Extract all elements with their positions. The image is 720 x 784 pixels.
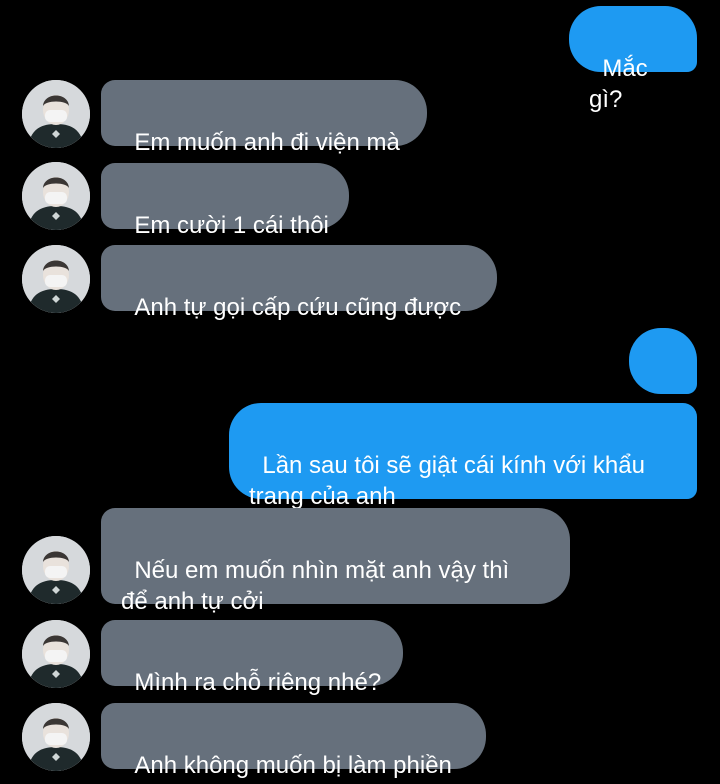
received-message[interactable]: Anh tự gọi cấp cứu cũng được	[101, 245, 497, 321]
profile-photo-icon	[22, 536, 90, 604]
sent-emoji-message[interactable]	[629, 328, 697, 438]
profile-photo-icon	[22, 80, 90, 148]
message-text: Lần sau tôi sẽ giật cái kính với khẩu tr…	[249, 452, 645, 510]
message-text: Anh tự gọi cấp cứu cũng được	[134, 294, 462, 321]
contact-avatar[interactable]	[22, 620, 90, 688]
sent-message[interactable]: Lần sau tôi sẽ giật cái kính với khẩu tr…	[229, 403, 697, 510]
message-text: Mình ra chỗ riêng nhé?	[134, 669, 382, 696]
message-text: Anh không muốn bị làm phiền	[134, 752, 452, 779]
received-message[interactable]: Nếu em muốn nhìn mặt anh vậy thì để anh …	[101, 508, 570, 615]
message-text: Nếu em muốn nhìn mặt anh vậy thì để anh …	[121, 557, 510, 615]
contact-avatar[interactable]	[22, 162, 90, 230]
message-text: Em muốn anh đi viện mà	[134, 129, 400, 156]
message-text: Em cười 1 cái thôi	[134, 212, 329, 239]
message-text: Mắc gì?	[589, 55, 655, 113]
contact-avatar[interactable]	[22, 703, 90, 771]
contact-avatar[interactable]	[22, 245, 90, 313]
received-message[interactable]: Em muốn anh đi viện mà	[101, 80, 427, 156]
sent-message[interactable]: Mắc gì?	[569, 6, 697, 113]
received-message[interactable]: Anh không muốn bị làm phiền	[101, 703, 486, 779]
received-message[interactable]: Mình ra chỗ riêng nhé?	[101, 620, 403, 696]
contact-avatar[interactable]	[22, 80, 90, 148]
profile-photo-icon	[22, 620, 90, 688]
contact-avatar[interactable]	[22, 536, 90, 604]
profile-photo-icon	[22, 245, 90, 313]
profile-photo-icon	[22, 703, 90, 771]
received-message[interactable]: Em cười 1 cái thôi	[101, 163, 349, 239]
profile-photo-icon	[22, 162, 90, 230]
